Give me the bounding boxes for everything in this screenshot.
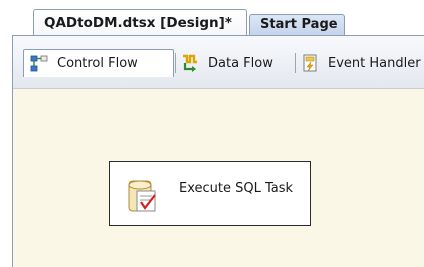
tab-data-flow[interactable]: Data Flow	[181, 49, 273, 77]
control-flow-icon	[30, 55, 48, 71]
tab-control-flow-label: Control Flow	[57, 56, 138, 71]
execute-sql-task-icon	[128, 180, 156, 212]
execute-sql-task-label: Execute SQL Task	[179, 181, 294, 196]
execute-sql-task[interactable]: Execute SQL Task	[109, 161, 311, 226]
document-tab-strip: QADtoDM.dtsx [Design]* Start Page	[0, 0, 424, 36]
tab-qadtodm-design[interactable]: QADtoDM.dtsx [Design]*	[33, 9, 247, 36]
designer-tab-bar: Control Flow Data Flow Event Handler	[13, 38, 424, 88]
data-flow-icon	[183, 54, 197, 72]
tab-start-page[interactable]: Start Page	[249, 14, 345, 36]
tab-data-flow-label: Data Flow	[208, 55, 273, 71]
tab-control-flow[interactable]: Control Flow	[23, 49, 174, 77]
tab-separator	[295, 53, 296, 73]
tab-event-handlers-label: Event Handler	[328, 55, 421, 71]
package-designer-window: QADtoDM.dtsx [Design]* Start Page Contro…	[0, 0, 424, 267]
tab-separator	[175, 53, 176, 73]
tab-event-handlers[interactable]: Event Handler	[301, 49, 421, 77]
event-handler-icon	[303, 54, 317, 72]
